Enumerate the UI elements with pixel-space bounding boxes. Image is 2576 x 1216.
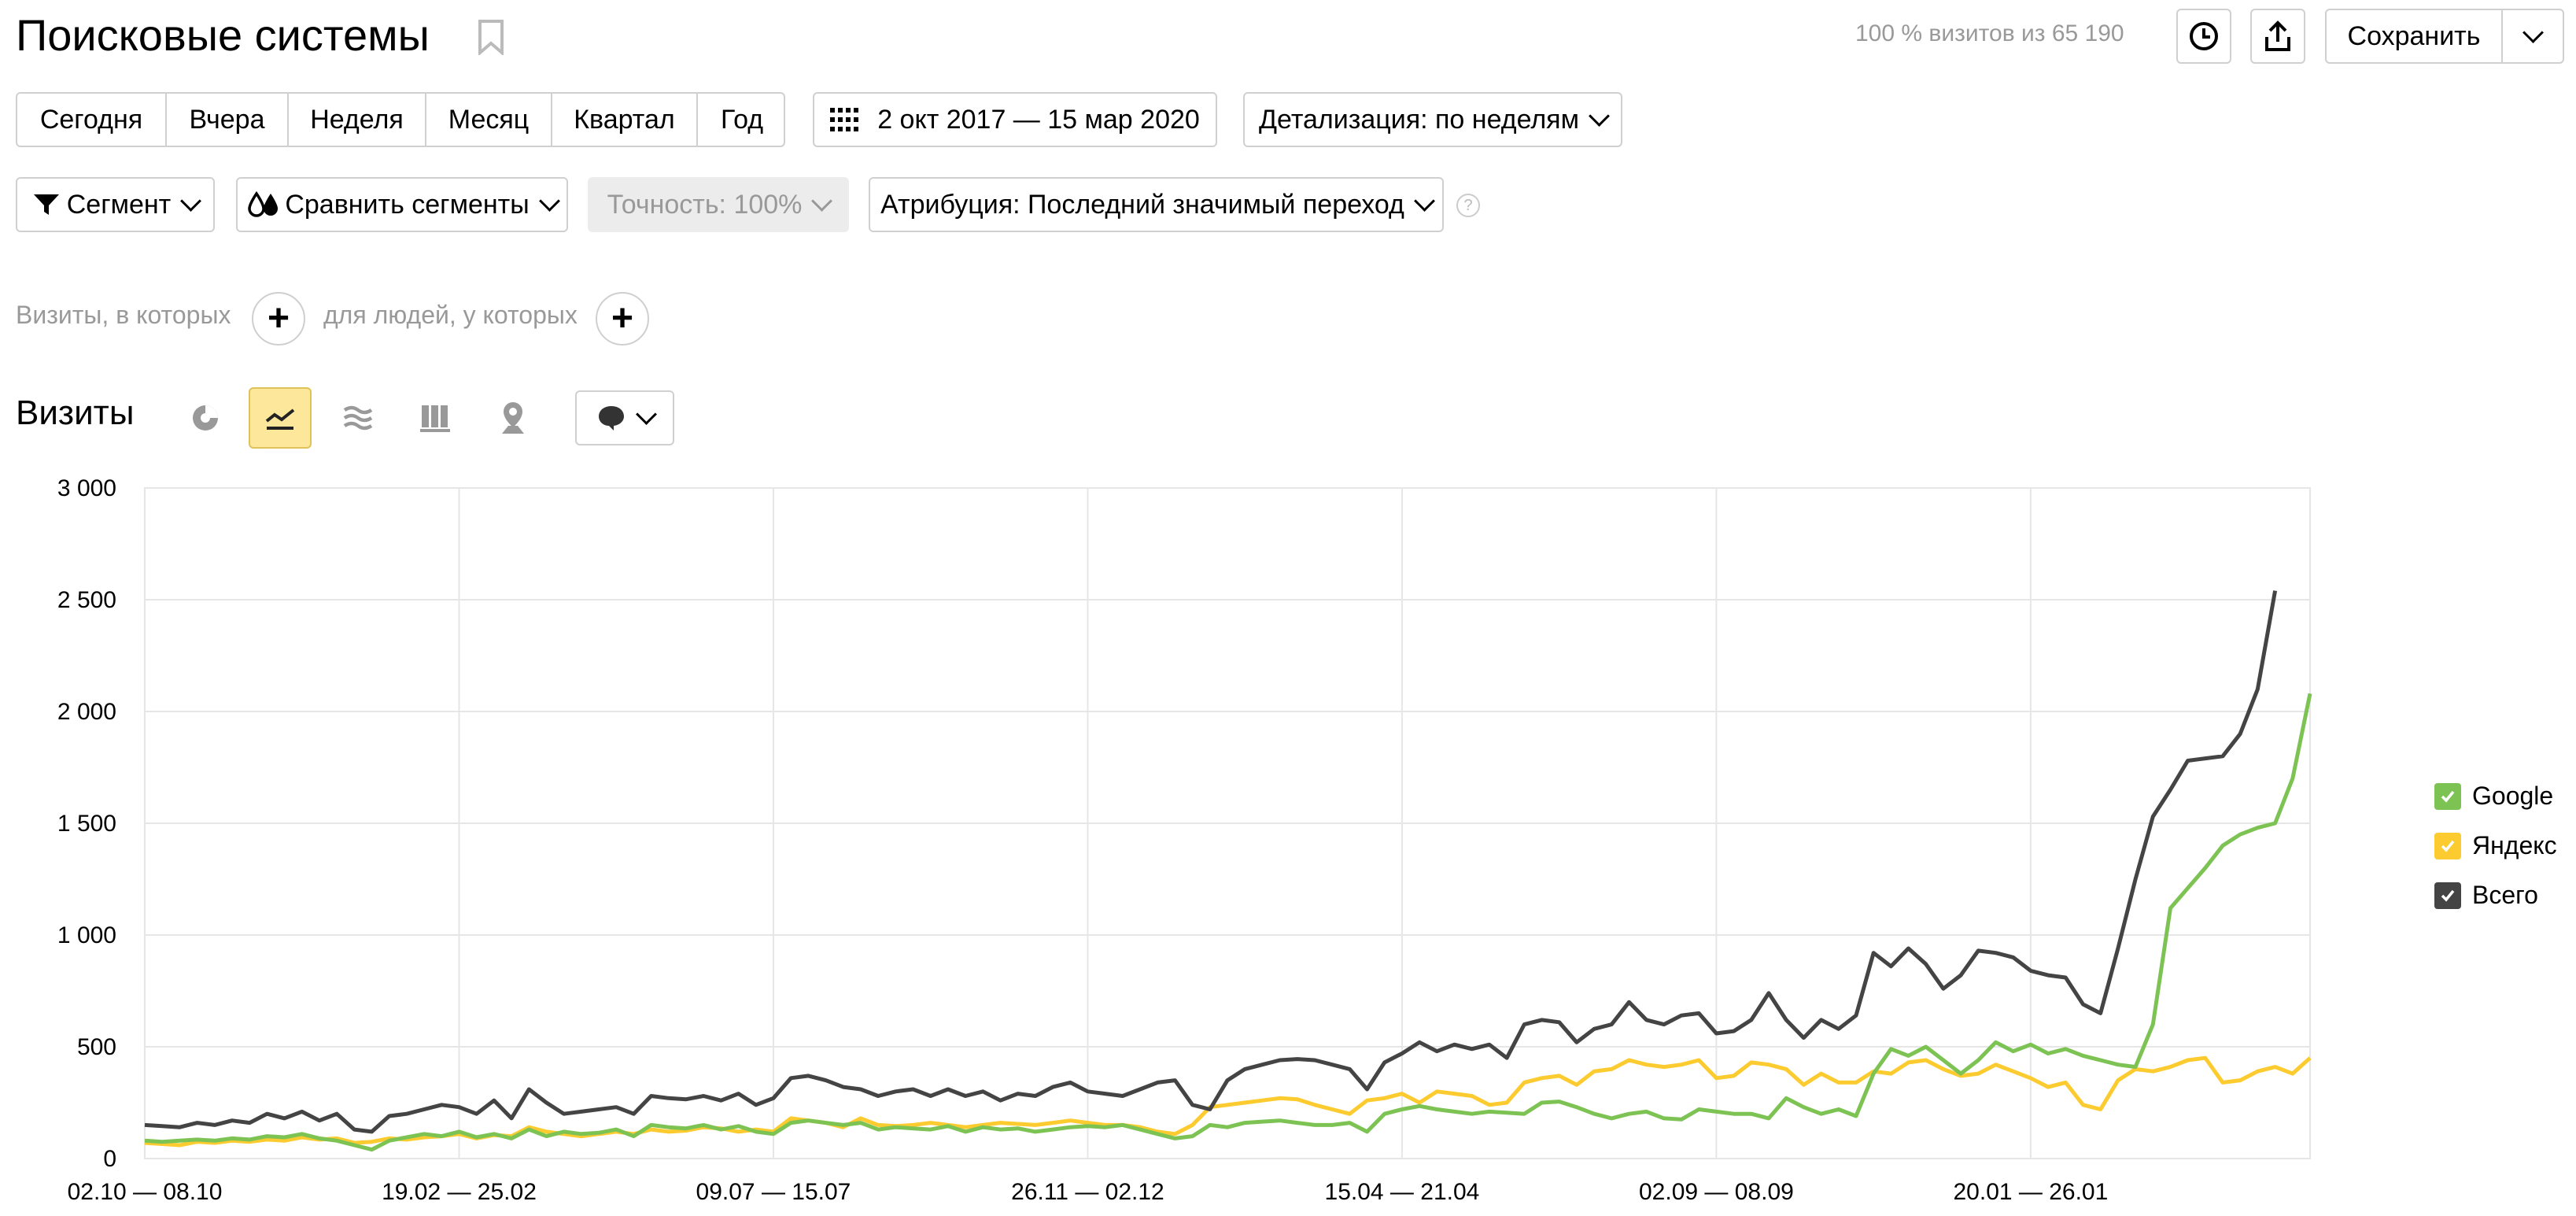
bookmark-icon[interactable] (478, 19, 504, 57)
y-tick-label: 1 000 (57, 922, 116, 948)
legend-item-total[interactable]: Всего (2434, 881, 2538, 910)
help-icon[interactable]: ? (1456, 194, 1480, 217)
calendar-icon (830, 108, 859, 131)
chevron-down-icon (538, 190, 560, 212)
map-view-button[interactable] (482, 387, 544, 449)
comment-icon (598, 406, 624, 431)
add-visit-condition-button[interactable]: + (252, 292, 305, 346)
legend-item-google[interactable]: Google (2434, 782, 2553, 811)
checkbox-checked-icon (2434, 832, 2461, 859)
chevron-down-icon (1589, 105, 1610, 127)
bar-chart-icon (420, 405, 450, 432)
period-selector: Сегодня Вчера Неделя Месяц Квартал Год (16, 92, 785, 147)
chevron-down-icon (635, 403, 657, 425)
period-today[interactable]: Сегодня (17, 94, 167, 146)
attribution-label: Атрибуция: Последний значимый переход (880, 189, 1404, 220)
save-label: Сохранить (2347, 20, 2481, 51)
y-tick-label: 2 500 (57, 587, 116, 613)
period-year[interactable]: Год (698, 94, 784, 146)
compare-segments-button[interactable]: Сравнить сегменты (236, 177, 568, 232)
y-tick-label: 2 000 (57, 699, 116, 725)
date-range-picker[interactable]: 2 окт 2017 — 15 мар 2020 (813, 92, 1217, 147)
x-tick-label: 02.10 — 08.10 (68, 1179, 223, 1205)
share-icon (2265, 20, 2290, 51)
metric-title: Визиты (16, 394, 135, 432)
line-chart-view-button[interactable] (249, 387, 312, 449)
area-chart-view-button[interactable] (327, 387, 389, 449)
save-options-button[interactable] (2501, 9, 2564, 64)
add-people-condition-button[interactable]: + (596, 292, 649, 346)
chevron-down-icon (180, 190, 202, 212)
chevron-down-icon (2522, 21, 2544, 43)
legend-item-yandex[interactable]: Яндекс (2434, 831, 2557, 860)
pie-chart-view-button[interactable] (174, 387, 237, 449)
period-month[interactable]: Месяц (426, 94, 552, 146)
help-icon-glyph: ? (1463, 196, 1473, 214)
segment-button[interactable]: Сегмент (16, 177, 215, 232)
legend-label-total: Всего (2472, 881, 2538, 909)
y-tick-label: 500 (77, 1034, 116, 1060)
x-tick-label: 02.09 — 08.09 (1639, 1179, 1794, 1205)
accuracy-dropdown[interactable]: Точность: 100% (588, 177, 849, 232)
filter-icon (33, 194, 59, 215)
date-range-label: 2 окт 2017 — 15 мар 2020 (877, 104, 1200, 135)
chevron-down-icon (1413, 190, 1435, 212)
y-tick-label: 3 000 (57, 475, 116, 501)
detail-dropdown[interactable]: Детализация: по неделям (1243, 92, 1622, 147)
clock-icon (2190, 22, 2218, 50)
x-tick-label: 20.01 — 26.01 (1953, 1179, 2108, 1205)
compare-label: Сравнить сегменты (285, 189, 530, 220)
accuracy-label: Точность: 100% (607, 189, 803, 220)
x-tick-label: 09.07 — 15.07 (696, 1179, 851, 1205)
visits-summary: 100 % визитов из 65 190 (1855, 20, 2124, 46)
attribution-dropdown[interactable]: Атрибуция: Последний значимый переход (869, 177, 1444, 232)
x-tick-label: 15.04 — 21.04 (1325, 1179, 1480, 1205)
period-week[interactable]: Неделя (289, 94, 426, 146)
segment-label: Сегмент (66, 189, 172, 220)
history-button[interactable] (2176, 9, 2231, 64)
chevron-down-icon (811, 190, 833, 212)
bar-chart-view-button[interactable] (404, 387, 467, 449)
people-condition-label: для людей, у которых (323, 301, 578, 329)
y-tick-label: 0 (103, 1146, 116, 1172)
visits-condition-label: Визиты, в которых (16, 301, 231, 329)
legend-label-yandex: Яндекс (2472, 831, 2557, 859)
detail-label: Детализация: по неделям (1259, 104, 1579, 135)
save-button[interactable]: Сохранить (2325, 9, 2503, 64)
pie-chart-icon (193, 405, 218, 431)
x-tick-label: 19.02 — 25.02 (382, 1179, 537, 1205)
y-tick-label: 1 500 (57, 811, 116, 837)
annotations-dropdown[interactable] (575, 390, 674, 445)
map-pin-icon (502, 402, 524, 434)
legend-label-google: Google (2472, 782, 2554, 810)
page-title: Поисковые системы (16, 10, 430, 60)
visits-line-chart: 0 500 1 000 1 500 2 000 2 500 3 000 02.10 — 08.… (57, 475, 2312, 1205)
checkbox-checked-icon (2434, 882, 2461, 909)
period-quarter[interactable]: Квартал (552, 94, 698, 146)
area-chart-icon (343, 405, 373, 431)
compare-drops-icon (248, 191, 279, 217)
period-yesterday[interactable]: Вчера (167, 94, 289, 146)
checkbox-checked-icon (2434, 782, 2461, 810)
export-button[interactable] (2250, 9, 2305, 64)
x-tick-label: 26.11 — 02.12 (1011, 1179, 1164, 1205)
line-chart-icon (265, 408, 295, 430)
